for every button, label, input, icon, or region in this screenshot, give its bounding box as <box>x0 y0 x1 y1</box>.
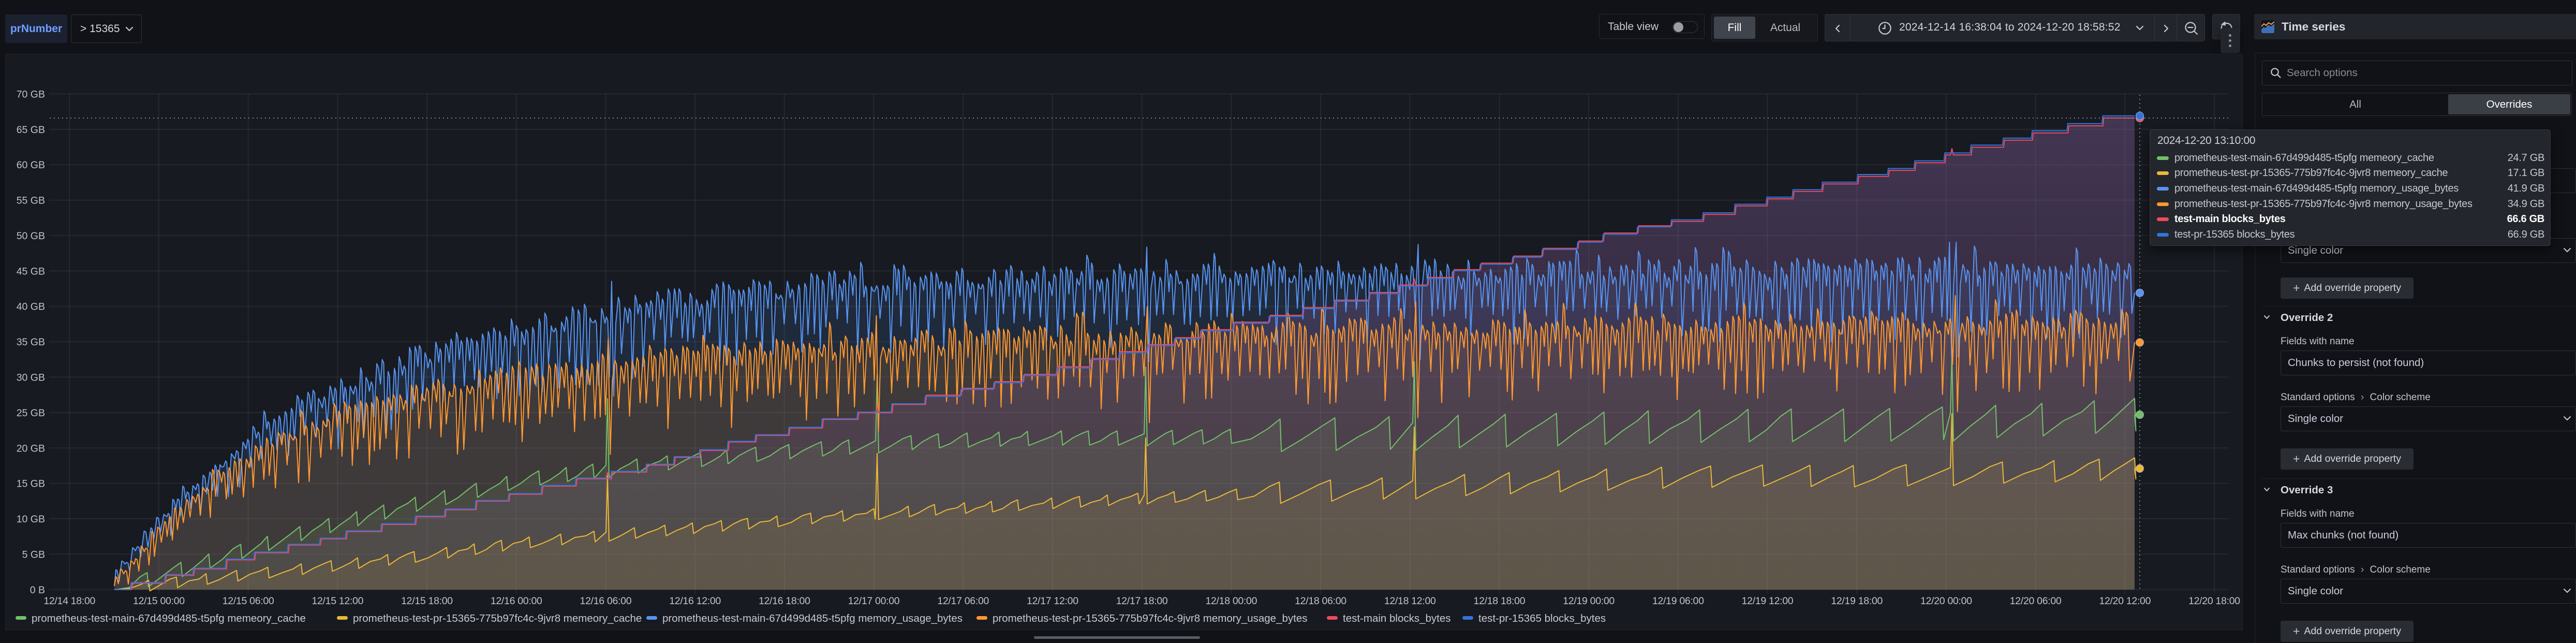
svg-text:70 GB: 70 GB <box>17 89 45 100</box>
svg-text:20 GB: 20 GB <box>17 443 45 454</box>
svg-text:12/16 06:00: 12/16 06:00 <box>580 595 632 607</box>
svg-text:12/17 18:00: 12/17 18:00 <box>1116 595 1168 607</box>
svg-text:12/14 18:00: 12/14 18:00 <box>43 595 95 607</box>
svg-text:12/17 06:00: 12/17 06:00 <box>937 595 989 607</box>
svg-text:12/15 12:00: 12/15 12:00 <box>312 595 363 607</box>
svg-text:40 GB: 40 GB <box>17 301 45 313</box>
svg-text:12/16 18:00: 12/16 18:00 <box>759 595 810 607</box>
svg-text:35 GB: 35 GB <box>17 337 45 348</box>
svg-text:12/20 12:00: 12/20 12:00 <box>2099 595 2151 607</box>
svg-text:55 GB: 55 GB <box>17 195 45 207</box>
svg-text:25 GB: 25 GB <box>17 407 45 419</box>
svg-text:12/17 12:00: 12/17 12:00 <box>1027 595 1078 607</box>
svg-text:12/19 12:00: 12/19 12:00 <box>1742 595 1794 607</box>
svg-text:12/18 12:00: 12/18 12:00 <box>1384 595 1436 607</box>
svg-text:12/16 00:00: 12/16 00:00 <box>491 595 542 607</box>
svg-text:12/20 00:00: 12/20 00:00 <box>1920 595 1972 607</box>
svg-text:0 B: 0 B <box>30 584 45 596</box>
svg-text:12/15 00:00: 12/15 00:00 <box>133 595 185 607</box>
svg-text:10 GB: 10 GB <box>17 514 45 525</box>
svg-text:15 GB: 15 GB <box>17 478 45 490</box>
svg-text:12/15 18:00: 12/15 18:00 <box>401 595 453 607</box>
svg-text:50 GB: 50 GB <box>17 230 45 242</box>
svg-text:12/19 06:00: 12/19 06:00 <box>1652 595 1704 607</box>
svg-text:12/19 18:00: 12/19 18:00 <box>1831 595 1883 607</box>
svg-text:5 GB: 5 GB <box>22 549 45 560</box>
svg-text:65 GB: 65 GB <box>17 124 45 136</box>
svg-text:60 GB: 60 GB <box>17 159 45 171</box>
svg-text:12/16 12:00: 12/16 12:00 <box>669 595 721 607</box>
svg-text:30 GB: 30 GB <box>17 372 45 384</box>
svg-text:12/17 00:00: 12/17 00:00 <box>848 595 900 607</box>
svg-text:45 GB: 45 GB <box>17 266 45 277</box>
svg-text:12/18 18:00: 12/18 18:00 <box>1474 595 1526 607</box>
svg-text:12/20 18:00: 12/20 18:00 <box>2188 595 2240 607</box>
svg-text:12/18 06:00: 12/18 06:00 <box>1295 595 1346 607</box>
svg-text:12/19 00:00: 12/19 00:00 <box>1563 595 1615 607</box>
svg-text:12/20 06:00: 12/20 06:00 <box>2010 595 2062 607</box>
svg-text:12/15 06:00: 12/15 06:00 <box>223 595 274 607</box>
svg-text:12/18 00:00: 12/18 00:00 <box>1205 595 1257 607</box>
